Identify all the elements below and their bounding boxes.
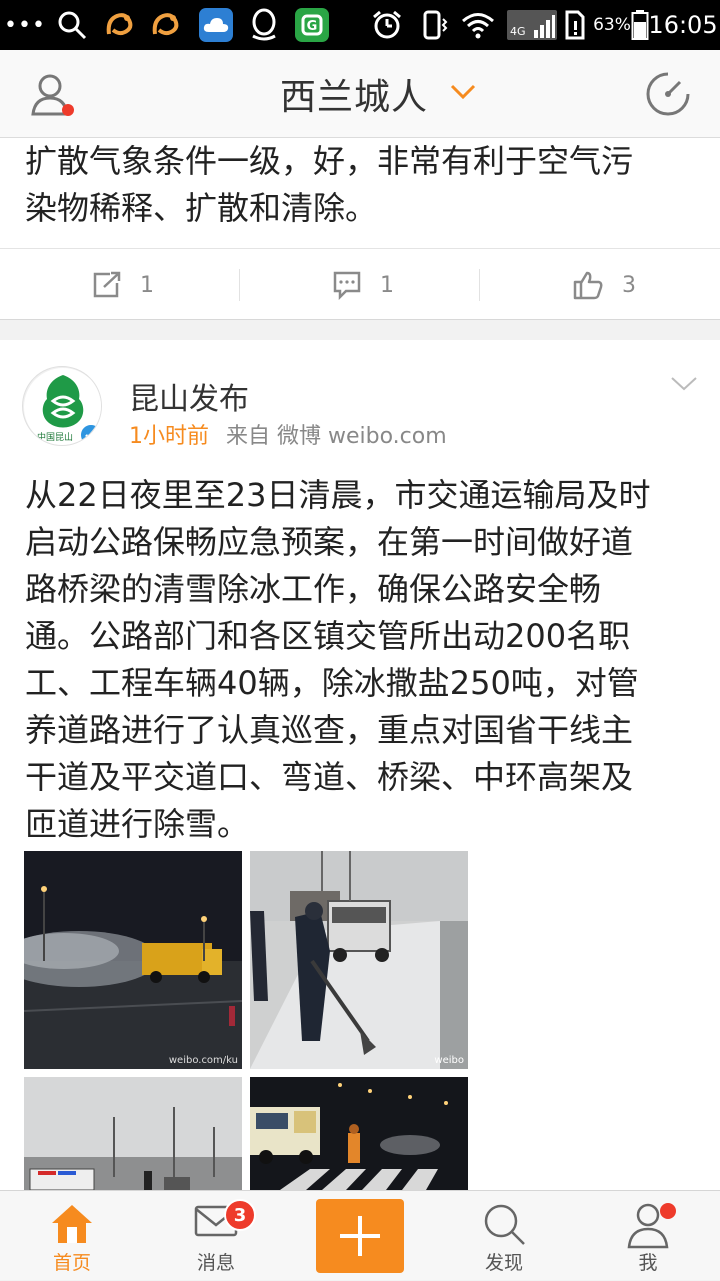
previous-post-text-line: 扩散气象条件一级，好，非常有利于空气污 bbox=[25, 142, 634, 180]
post-meta: 1小时前 来自 微博 weibo.com bbox=[129, 418, 447, 450]
post-photo-3[interactable] bbox=[24, 1077, 242, 1190]
battery-icon bbox=[630, 0, 650, 50]
comment-icon bbox=[333, 271, 361, 300]
post-author[interactable]: 昆山发布 bbox=[129, 374, 249, 418]
alarm-icon bbox=[370, 0, 404, 50]
tab-discover[interactable]: 发现 bbox=[454, 1191, 554, 1281]
repost-count: 1 bbox=[140, 272, 154, 298]
chevron-down-icon[interactable] bbox=[450, 84, 476, 104]
verified-badge-icon bbox=[79, 423, 101, 445]
comment-button[interactable]: 1 bbox=[332, 249, 394, 321]
post-text-line: 从22日夜里至23日清晨，市交通运输局及时 bbox=[25, 476, 651, 514]
sim-alert-icon bbox=[562, 0, 588, 50]
previous-post-card: 扩散气象条件一级，好，非常有利于空气污 染物稀释、扩散和清除。 1 1 3 bbox=[0, 138, 720, 320]
post-text-line: 工、工程车辆40辆，除冰撒盐250吨，对管 bbox=[25, 664, 639, 702]
squirrel-app-icon-2 bbox=[146, 0, 186, 50]
chevron-down-icon bbox=[671, 377, 697, 391]
post-text-line: 匝道进行除雪。 bbox=[25, 805, 250, 843]
post-photo-2[interactable]: weibo bbox=[250, 851, 468, 1069]
post-photo-4[interactable] bbox=[250, 1077, 468, 1190]
repost-icon bbox=[93, 271, 121, 298]
compose-button[interactable] bbox=[316, 1199, 404, 1273]
page-title[interactable]: 西兰城人 bbox=[280, 68, 428, 120]
post-text-line: 启动公路保畅应急预案，在第一时间做好道 bbox=[25, 523, 634, 561]
bottom-tab-bar: 首页 3 消息 发现 我 bbox=[0, 1190, 720, 1280]
wifi-icon bbox=[460, 0, 496, 50]
post-text: 从22日夜里至23日清晨，市交通运输局及时 启动公路保畅应急预案，在第一时间做好… bbox=[25, 472, 705, 848]
feed[interactable]: 扩散气象条件一级，好，非常有利于空气污 染物稀释、扩散和清除。 1 1 3 中国… bbox=[0, 138, 720, 1190]
me-notification-dot bbox=[660, 1203, 676, 1219]
post-text-line: 通。公路部门和各区镇交管所出动200名职 bbox=[25, 617, 631, 655]
tab-home[interactable]: 首页 bbox=[22, 1191, 122, 1281]
messages-badge: 3 bbox=[224, 1199, 256, 1231]
post-menu-button[interactable] bbox=[670, 376, 698, 396]
cloud-app-icon bbox=[198, 0, 234, 50]
tab-messages[interactable]: 3 消息 bbox=[166, 1191, 266, 1281]
title-bar: 西兰城人 bbox=[0, 50, 720, 138]
photo-watermark: weibo bbox=[434, 1055, 464, 1066]
avatar-caption: 中国昆山 bbox=[37, 431, 73, 443]
comment-count: 1 bbox=[380, 272, 394, 298]
profile-button[interactable] bbox=[30, 72, 80, 120]
post-text-line: 路桥梁的清雪除冰工作，确保公路安全畅 bbox=[25, 570, 602, 608]
guard-app-icon: G bbox=[294, 0, 330, 50]
home-icon bbox=[52, 1205, 92, 1243]
clock: 16:05 bbox=[648, 11, 718, 39]
post-text-line: 养道路进行了认真巡查，重点对国省干线主 bbox=[25, 711, 634, 749]
network-type-label: 4G bbox=[510, 25, 526, 38]
person-icon bbox=[31, 74, 74, 116]
search-icon bbox=[55, 0, 89, 50]
like-button[interactable]: 3 bbox=[572, 249, 636, 321]
action-bar: 1 1 3 bbox=[0, 248, 720, 320]
squirrel-app-icon bbox=[100, 0, 140, 50]
thumbs-up-icon bbox=[573, 271, 603, 300]
tab-home-label: 首页 bbox=[52, 1252, 91, 1274]
post-source: 来自 微博 weibo.com bbox=[226, 424, 447, 449]
status-bar: ••• G 4G 63% 16:05 bbox=[0, 0, 720, 50]
battery-percent: 63% bbox=[593, 15, 631, 35]
avatar[interactable]: 中国昆山 bbox=[22, 366, 102, 446]
tab-me[interactable]: 我 bbox=[598, 1191, 698, 1281]
repost-button[interactable]: 1 bbox=[92, 249, 154, 321]
post-time: 1小时前 bbox=[129, 424, 209, 449]
qq-icon bbox=[246, 0, 282, 50]
search-icon bbox=[484, 1204, 525, 1245]
post-card[interactable]: 中国昆山 昆山发布 1小时前 来自 微博 weibo.com 从22日夜里至23… bbox=[0, 340, 720, 1190]
vibrate-icon bbox=[416, 0, 450, 50]
tab-me-label: 我 bbox=[638, 1252, 658, 1274]
radar-button[interactable] bbox=[644, 70, 692, 122]
photo-watermark: weibo.com/ku bbox=[168, 1055, 238, 1066]
previous-post-text-line: 染物稀释、扩散和清除。 bbox=[25, 189, 378, 227]
tab-messages-label: 消息 bbox=[196, 1252, 235, 1274]
radar-icon bbox=[646, 72, 690, 116]
svg-text:G: G bbox=[307, 19, 318, 34]
like-count: 3 bbox=[622, 272, 636, 298]
post-text-line: 干道及平交道口、弯道、桥梁、中环高架及 bbox=[25, 758, 634, 796]
plus-icon bbox=[340, 1216, 380, 1256]
signal-icon: 4G bbox=[506, 0, 558, 50]
post-photo-1[interactable]: weibo.com/ku bbox=[24, 851, 242, 1069]
tab-discover-label: 发现 bbox=[484, 1252, 523, 1274]
more-dots-icon: ••• bbox=[4, 12, 46, 38]
previous-post-text: 扩散气象条件一级，好，非常有利于空气污 染物稀释、扩散和清除。 bbox=[25, 138, 705, 232]
